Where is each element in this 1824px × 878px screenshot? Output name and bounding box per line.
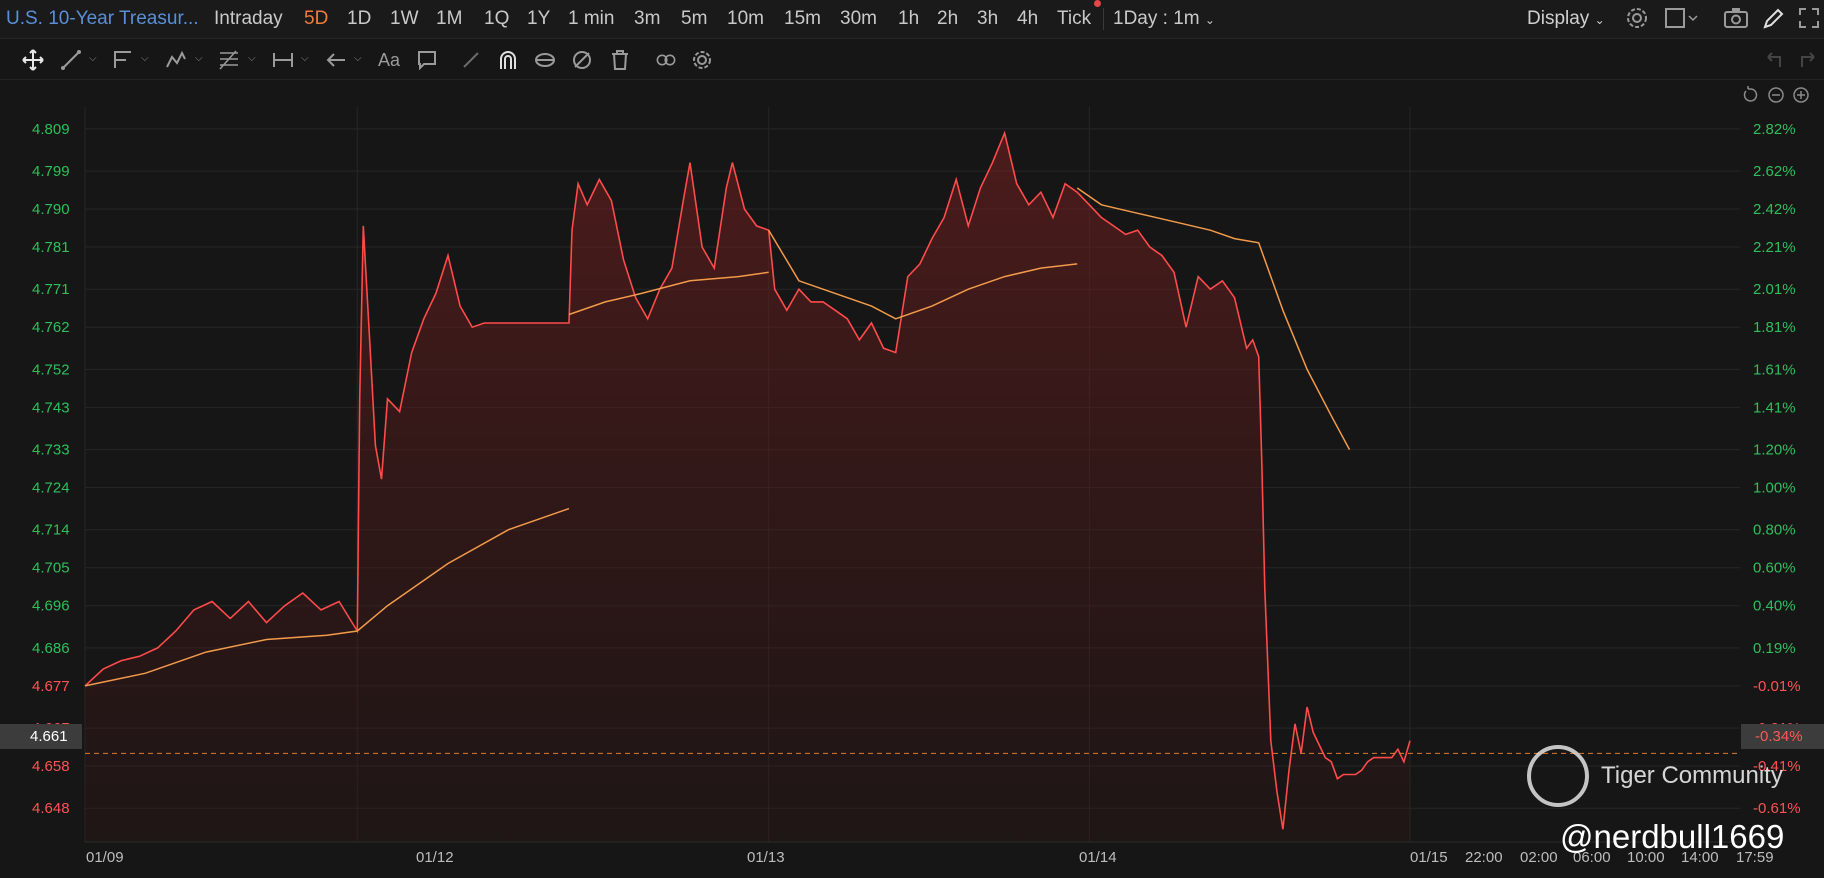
tiger-logo-icon — [1527, 745, 1589, 807]
y-tick-label: 4.809 — [32, 121, 70, 138]
y-tick-label-right: 1.20% — [1753, 442, 1796, 459]
x-tick-label: 01/09 — [86, 849, 124, 866]
y-tick-label-right: -0.61% — [1753, 800, 1801, 817]
y-tick-label: 4.762 — [32, 319, 70, 336]
y-tick-label: 4.677 — [32, 678, 70, 695]
y-tick-label: 4.714 — [32, 522, 70, 539]
y-tick-label: 4.658 — [32, 758, 70, 775]
y-tick-label-right: 0.80% — [1753, 522, 1796, 539]
y-tick-label: 4.686 — [32, 640, 70, 657]
x-axis: 01/09 01/12 01/13 01/14 01/15 22:00 02:00 06:00… — [85, 841, 1774, 866]
y-tick-label-right: 0.19% — [1753, 640, 1796, 657]
y-axis-left: 4.809 4.799 4.790 4.781 4.771 4.762 4.752 4.743… — [32, 121, 70, 817]
y-tick-label: 4.790 — [32, 201, 70, 218]
y-tick-label-right: 2.62% — [1753, 163, 1796, 180]
x-tick-label: 01/13 — [747, 849, 785, 866]
y-tick-label-right: 2.82% — [1753, 121, 1796, 138]
y-tick-label: 4.781 — [32, 239, 70, 256]
current-price-label: 4.661 — [0, 724, 82, 749]
y-tick-label-right: 2.01% — [1753, 281, 1796, 298]
y-tick-label: 4.733 — [32, 442, 70, 459]
x-tick-label: 01/12 — [416, 849, 454, 866]
y-tick-label: 4.705 — [32, 560, 70, 577]
current-pct-label: -0.34% — [1741, 724, 1824, 749]
x-tick-label: 01/14 — [1079, 849, 1117, 866]
y-tick-label-right: 1.00% — [1753, 480, 1796, 497]
y-tick-label: 4.771 — [32, 281, 70, 298]
y-tick-label: 4.648 — [32, 800, 70, 817]
y-tick-label-right: -0.01% — [1753, 678, 1801, 695]
watermark-brand: Tiger Community — [1601, 762, 1783, 789]
x-tick-label: 01/15 — [1410, 849, 1448, 866]
y-axis-right: 2.82% 2.62% 2.42% 2.21% 2.01% 1.81% 1.61% 1.41%… — [1753, 121, 1801, 817]
y-tick-label-right: 1.81% — [1753, 319, 1796, 336]
y-tick-label: 4.799 — [32, 163, 70, 180]
y-tick-label-right: 2.42% — [1753, 201, 1796, 218]
y-tick-label-right: 1.41% — [1753, 399, 1796, 416]
x-tick-label: 22:00 — [1465, 849, 1503, 866]
y-tick-label: 4.696 — [32, 598, 70, 615]
y-tick-label: 4.724 — [32, 480, 70, 497]
y-tick-label: 4.752 — [32, 361, 70, 378]
y-tick-label: 4.743 — [32, 399, 70, 416]
y-tick-label-right: 1.61% — [1753, 361, 1796, 378]
x-tick-label: 02:00 — [1520, 849, 1558, 866]
watermark-user: @nerdbull1669 — [1560, 818, 1785, 855]
y-tick-label-right: 2.21% — [1753, 239, 1796, 256]
y-tick-label-right: 0.40% — [1753, 598, 1796, 615]
y-tick-label-right: 0.60% — [1753, 560, 1796, 577]
